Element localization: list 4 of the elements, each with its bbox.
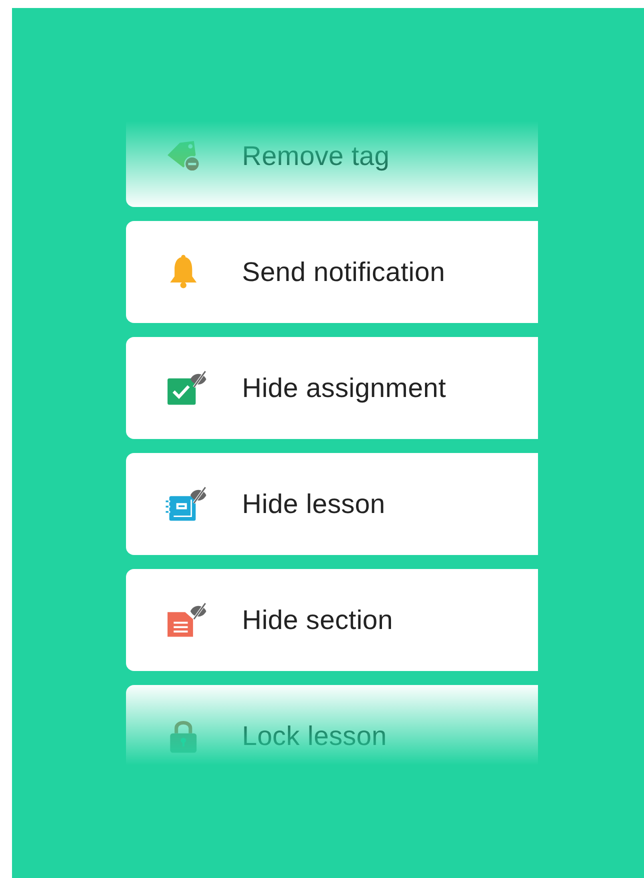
action-button[interactable]: Hide lesson [126,453,538,555]
action-button[interactable]: Hide section [126,569,538,671]
action-button[interactable]: Send notification [126,221,538,323]
action-button[interactable]: Hide assignment [126,337,538,439]
